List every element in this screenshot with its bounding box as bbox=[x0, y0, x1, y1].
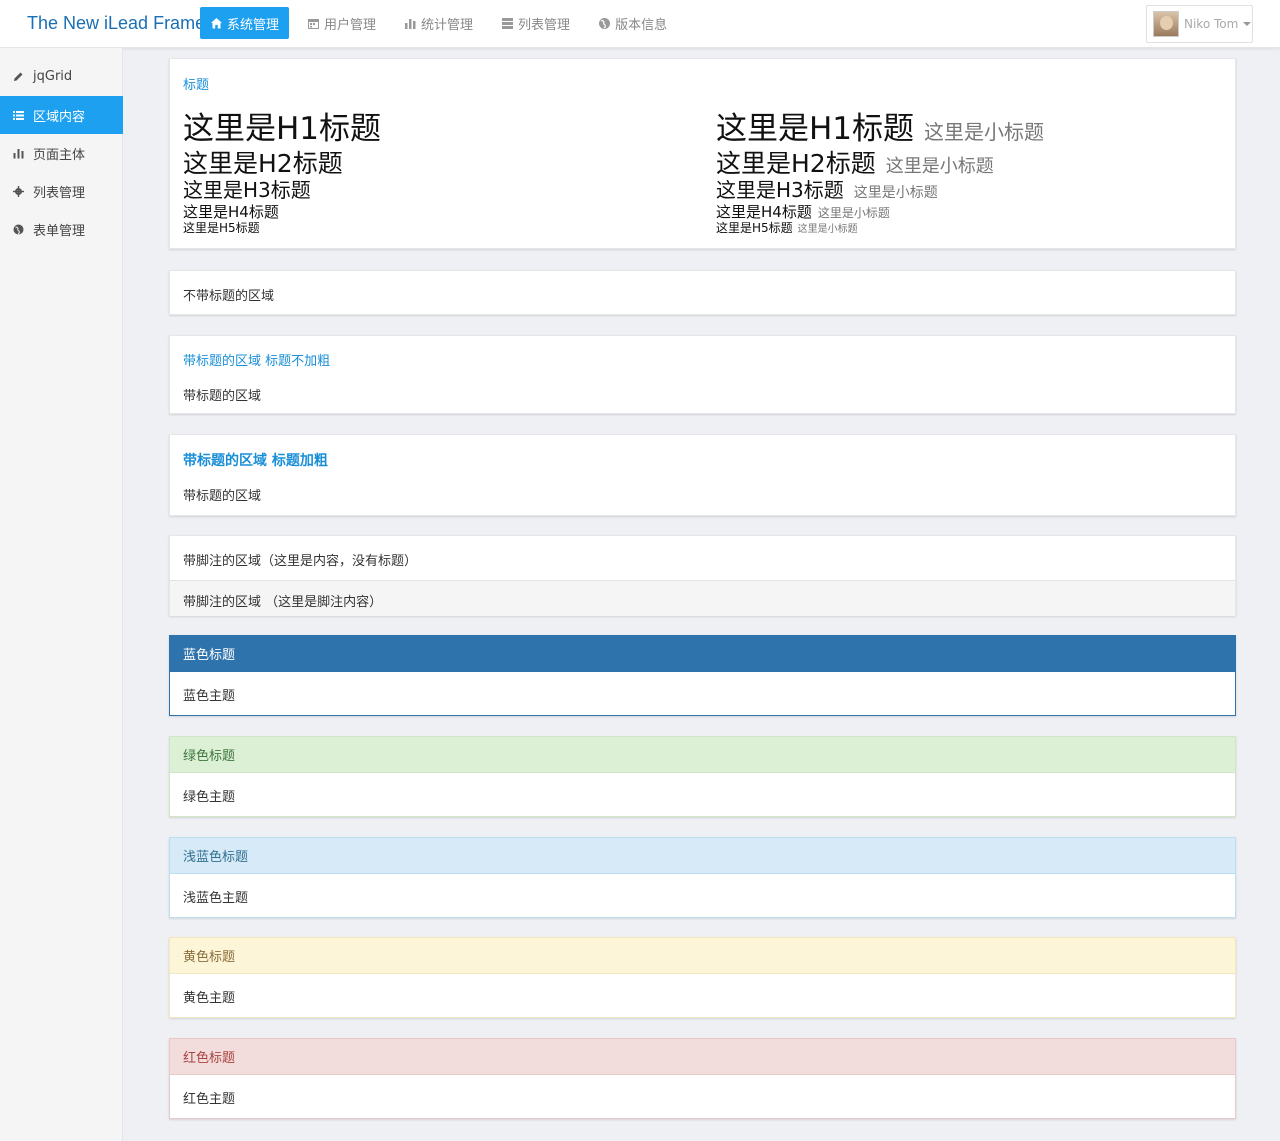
sidebar-item-form-management[interactable]: 表单管理 bbox=[0, 210, 123, 248]
bold-titled-panel: 带标题的区域 标题加粗 带标题的区域 bbox=[169, 434, 1236, 516]
heading-h1-with-small: 这里是H1标题 这里是小标题 bbox=[716, 111, 1044, 150]
small-subtitle: 这里是小标题 bbox=[797, 224, 858, 235]
list-icon bbox=[13, 110, 24, 121]
gear-icon bbox=[13, 185, 24, 197]
small-subtitle: 这里是小标题 bbox=[924, 120, 1045, 144]
caret-down-icon bbox=[1243, 22, 1252, 26]
panel-body-text: 带标题的区域 bbox=[183, 389, 262, 404]
headings-panel: 标题 这里是H1标题 这里是H2标题 这里是H3标题 这里是H4标题 这里是H5… bbox=[169, 58, 1236, 249]
panel-heading: 浅蓝色标题 bbox=[170, 838, 1235, 874]
panel-heading: 绿色标题 bbox=[170, 737, 1235, 773]
panel-heading: 蓝色标题 bbox=[170, 636, 1235, 672]
heading-h3-with-small: 这里是H3标题 这里是小标题 bbox=[716, 178, 938, 206]
sidebar-item-label: jqGrid bbox=[33, 68, 73, 84]
nav-item-lists[interactable]: 列表管理 bbox=[491, 7, 580, 39]
heading-h5: 这里是H5标题 bbox=[716, 221, 793, 235]
globe-icon bbox=[598, 17, 611, 30]
server-icon bbox=[501, 17, 514, 30]
brand-title[interactable]: The New iLead Frame bbox=[27, 13, 205, 34]
heading-h1: 这里是H1标题 bbox=[183, 111, 382, 147]
panel-footer: 带脚注的区域 （这里是脚注内容） bbox=[170, 580, 1235, 616]
top-navbar: The New iLead Frame 系统管理 用户管理 统计管理 列表管理 bbox=[0, 0, 1280, 48]
calendar-icon bbox=[307, 17, 320, 30]
nav-item-users[interactable]: 用户管理 bbox=[297, 7, 386, 39]
panel-title: 带标题的区域 标题不加粗 bbox=[183, 354, 331, 369]
heading-h4: 这里是H4标题 bbox=[183, 203, 279, 221]
heading-h3: 这里是H3标题 bbox=[183, 178, 311, 202]
theme-panel-red: 红色标题 红色主题 bbox=[169, 1038, 1236, 1119]
sidebar-item-area-content[interactable]: 区域内容 bbox=[0, 96, 123, 134]
heading-h2-with-small: 这里是H2标题 这里是小标题 bbox=[716, 148, 994, 182]
user-name: Niko Tom bbox=[1184, 17, 1239, 31]
panel-body-text: 红色主题 bbox=[183, 1092, 236, 1107]
panel-body-text: 不带标题的区域 bbox=[183, 289, 275, 304]
panel-body-text: 蓝色主题 bbox=[183, 689, 236, 704]
heading-h5: 这里是H5标题 bbox=[183, 221, 260, 235]
panel-title: 标题 bbox=[183, 78, 210, 93]
footer-panel: 带脚注的区域（这里是内容，没有标题） 带脚注的区域 （这里是脚注内容） bbox=[169, 535, 1236, 616]
panel-heading: 红色标题 bbox=[170, 1039, 1235, 1075]
sidebar: jqGrid 区域内容 页面主体 列表管理 表单管理 bbox=[0, 48, 123, 1141]
panel-body-text: 绿色主题 bbox=[183, 790, 236, 805]
nav-label: 用户管理 bbox=[324, 17, 377, 33]
panel-body-text: 浅蓝色主题 bbox=[183, 891, 249, 906]
globe-icon bbox=[13, 224, 24, 235]
panel-body-text: 黄色主题 bbox=[183, 991, 236, 1006]
heading-h4-with-small: 这里是H4标题 这里是小标题 bbox=[716, 203, 890, 222]
theme-panel-blue: 蓝色标题 蓝色主题 bbox=[169, 635, 1236, 716]
home-icon bbox=[210, 17, 223, 30]
bar-chart-icon bbox=[404, 17, 417, 30]
main-nav: 系统管理 用户管理 统计管理 列表管理 版本信息 bbox=[200, 7, 685, 39]
sidebar-item-list-management[interactable]: 列表管理 bbox=[0, 172, 123, 210]
avatar bbox=[1153, 11, 1179, 37]
theme-panel-light-blue: 浅蓝色标题 浅蓝色主题 bbox=[169, 837, 1236, 918]
heading-h2: 这里是H2标题 bbox=[183, 149, 343, 178]
sidebar-item-label: 页面主体 bbox=[33, 147, 86, 163]
nav-label: 列表管理 bbox=[518, 17, 571, 33]
sidebar-item-label: 表单管理 bbox=[33, 223, 86, 239]
nav-label: 版本信息 bbox=[615, 17, 668, 33]
small-subtitle: 这里是小标题 bbox=[817, 206, 890, 220]
heading-h4: 这里是H4标题 bbox=[716, 203, 812, 221]
pencil-icon bbox=[13, 71, 24, 82]
sidebar-item-label: 列表管理 bbox=[33, 185, 86, 201]
sidebar-item-label: 区域内容 bbox=[33, 109, 86, 125]
panel-footer-text: 带脚注的区域 （这里是脚注内容） bbox=[183, 595, 383, 610]
heading-h5-with-small: 这里是H5标题 这里是小标题 bbox=[716, 221, 858, 237]
heading-h2: 这里是H2标题 bbox=[716, 149, 876, 178]
small-subtitle: 这里是小标题 bbox=[853, 185, 938, 201]
nav-item-version[interactable]: 版本信息 bbox=[588, 7, 677, 39]
bar-chart-icon bbox=[13, 148, 24, 159]
small-subtitle: 这里是小标题 bbox=[885, 156, 994, 177]
heading-h3: 这里是H3标题 bbox=[716, 178, 844, 202]
theme-panel-green: 绿色标题 绿色主题 bbox=[169, 736, 1236, 817]
panel-body-text: 带标题的区域 bbox=[183, 489, 262, 504]
panel-title: 带标题的区域 标题加粗 bbox=[183, 453, 328, 469]
nav-label: 统计管理 bbox=[421, 17, 474, 33]
nav-label: 系统管理 bbox=[227, 17, 280, 33]
titled-panel: 带标题的区域 标题不加粗 带标题的区域 bbox=[169, 335, 1236, 414]
theme-panel-yellow: 黄色标题 黄色主题 bbox=[169, 937, 1236, 1018]
sidebar-item-jqgrid[interactable]: jqGrid bbox=[0, 57, 123, 95]
plain-panel: 不带标题的区域 bbox=[169, 270, 1236, 315]
sidebar-item-page-body[interactable]: 页面主体 bbox=[0, 134, 123, 172]
user-menu[interactable]: Niko Tom bbox=[1146, 5, 1253, 43]
nav-item-system[interactable]: 系统管理 bbox=[200, 7, 290, 39]
nav-item-stats[interactable]: 统计管理 bbox=[394, 7, 483, 39]
panel-body-text: 带脚注的区域（这里是内容，没有标题） bbox=[183, 554, 418, 569]
panel-heading: 黄色标题 bbox=[170, 938, 1235, 974]
heading-h1: 这里是H1标题 bbox=[716, 111, 915, 147]
